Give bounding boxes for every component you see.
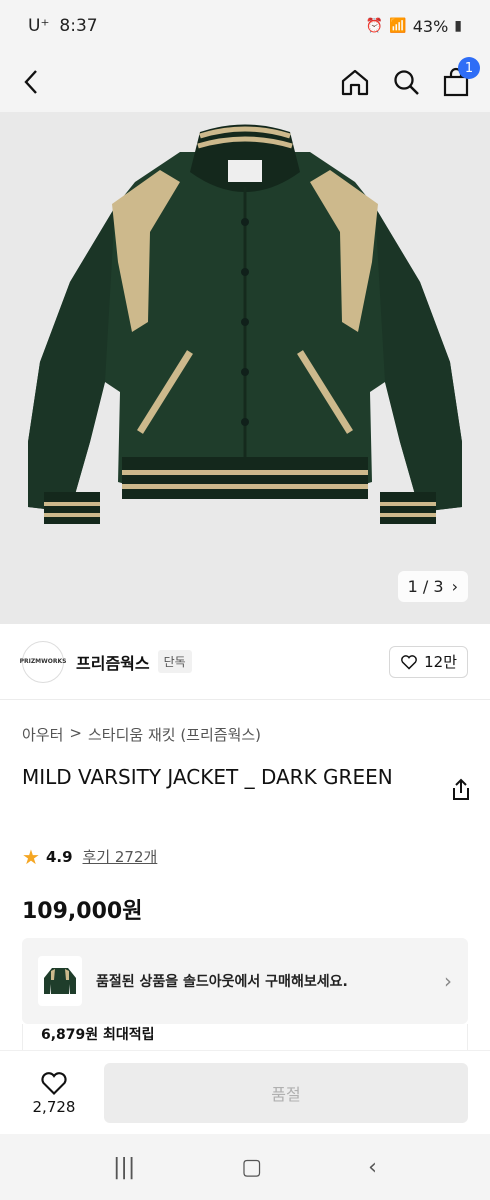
recent-apps-icon[interactable]: ||| [113,1155,135,1180]
alarm-icon: ⏰ [365,18,384,34]
product-price: 109,000원 [22,899,143,924]
pager-total: 3 [433,577,444,596]
chevron-left-icon [24,70,37,94]
wifi-icon: 📶 [389,18,407,34]
jacket-image [28,124,462,524]
battery-icon: ▮ [454,18,462,34]
product-image-gallery[interactable]: 1 / 3 › [0,112,490,624]
home-circle-icon[interactable]: ▢ [241,1155,262,1180]
home-icon [341,69,369,96]
heart-icon [41,1071,67,1095]
pager-separator: / [422,577,429,596]
image-pager[interactable]: 1 / 3 › [397,571,468,602]
back-button[interactable] [20,68,54,96]
breadcrumb-separator: > [69,724,82,742]
battery-percent: 43% [412,16,449,36]
search-icon [394,70,419,95]
exclusive-badge: 단독 [157,650,192,673]
share-icon [453,778,469,800]
cart-count-badge: 1 [458,57,480,79]
product-title: MILD VARSITY JACKET _ DARK GREEN [22,765,393,789]
rating-score: 4.9 [45,847,73,866]
purchase-bar: 2,728 품절 [0,1050,490,1134]
reviews-link[interactable]: 후기 272개 [83,846,158,867]
chevron-right-icon: › [451,577,458,596]
wishlist-button[interactable]: 2,728 [22,1070,86,1116]
brand-logo[interactable]: PRIZMWORKS [20,640,66,683]
system-back-icon[interactable]: ‹ [368,1155,377,1180]
status-bar: U⁺ 8:37 ⏰ 📶 43% ▮ [0,0,490,52]
share-button[interactable] [450,778,472,806]
star-icon: ★ [22,844,40,869]
carrier-label: U⁺ [28,16,50,36]
title-row: MILD VARSITY JACKET _ DARK GREEN [22,762,472,806]
chevron-right-icon: › [444,969,452,993]
clock: 8:37 [59,16,98,36]
breadcrumb: 아우터 > 스타디움 재킷 (프리즘웍스) [22,724,261,745]
soldout-button[interactable]: 품절 [104,1062,468,1123]
pager-current: 1 [407,577,418,596]
system-nav-bar: ||| ▢ ‹ [0,1134,490,1200]
brand-name[interactable]: 프리즘웍스 [76,650,150,674]
search-button[interactable] [392,68,420,96]
breadcrumb-subcategory[interactable]: 스타디움 재킷 (프리즘웍스) [88,724,261,745]
brand-like-button[interactable]: 12만 [389,645,468,678]
rating-row: ★ 4.9 후기 272개 [22,846,157,867]
promo-thumbnail [38,956,82,1006]
heart-icon [401,654,417,670]
promo-text: 품절된 상품을 솔드아웃에서 구매해보세요. [96,974,348,990]
home-button[interactable] [340,67,370,97]
breadcrumb-category[interactable]: 아우터 [22,724,63,745]
cart-button[interactable]: 1 [442,57,480,97]
soldout-promo-banner[interactable]: 품절된 상품을 솔드아웃에서 구매해보세요. › [22,938,468,1024]
top-nav: 1 [0,52,490,112]
brand-like-count: 12만 [424,653,457,671]
wishlist-count: 2,728 [32,1097,76,1116]
brand-row: PRIZMWORKS 프리즘웍스 단독 12만 [0,624,490,700]
reward-points: 6,879원 최대적립 [22,1024,468,1050]
